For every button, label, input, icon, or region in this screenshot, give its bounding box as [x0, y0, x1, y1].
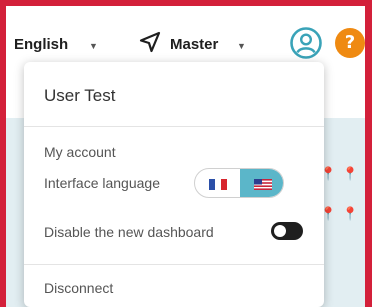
- disconnect-link[interactable]: Disconnect: [44, 280, 113, 296]
- help-icon[interactable]: ?: [335, 28, 365, 58]
- frame-border-top: [0, 0, 372, 6]
- frame-border-right: [365, 0, 372, 307]
- interface-language-toggle[interactable]: [194, 168, 284, 198]
- chevron-down-icon[interactable]: ▼: [89, 41, 98, 51]
- user-dropdown-menu: User Test My account Interface language: [24, 62, 324, 307]
- chevron-down-icon[interactable]: ▼: [237, 41, 246, 51]
- screenshot-frame: English ▼ Master ▼ ? 📍 📍 📍 📍 User Test M…: [0, 0, 372, 307]
- disable-dashboard-switch[interactable]: [271, 222, 303, 240]
- map-pin-icon: 📍: [342, 206, 359, 221]
- divider: [24, 126, 324, 127]
- user-name: User Test: [44, 86, 116, 105]
- frame-border-left: [0, 0, 6, 307]
- language-option-fr[interactable]: [195, 169, 240, 197]
- map-pin-icon: 📍: [342, 166, 359, 181]
- flag-fr-icon: [208, 178, 227, 190]
- switch-knob: [274, 225, 286, 237]
- language-selector[interactable]: English: [14, 36, 68, 53]
- navigation-arrow-icon[interactable]: [138, 30, 162, 54]
- environment-selector[interactable]: Master: [170, 36, 218, 53]
- user-circle-icon[interactable]: [289, 26, 323, 60]
- flag-us-icon: [253, 178, 272, 190]
- divider: [24, 264, 324, 265]
- disable-dashboard-label: Disable the new dashboard: [44, 224, 214, 240]
- interface-language-label: Interface language: [44, 175, 160, 191]
- my-account-link[interactable]: My account: [44, 144, 116, 160]
- language-option-en[interactable]: [240, 169, 283, 197]
